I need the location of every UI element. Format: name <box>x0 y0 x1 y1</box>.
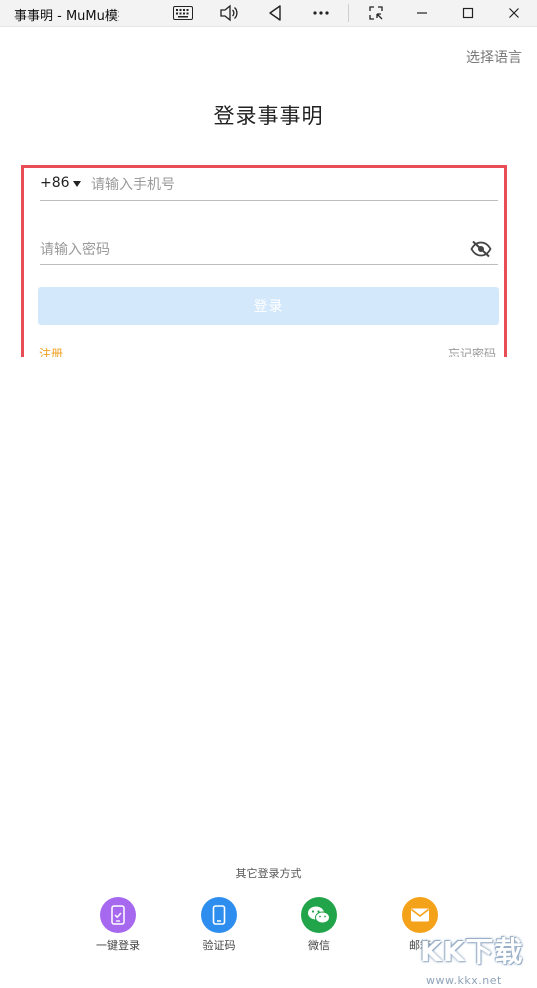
method-label: 微信 <box>308 939 330 952</box>
eye-off-icon[interactable] <box>470 240 492 258</box>
watermark-url: www.kkx.net <box>426 974 502 987</box>
window-titlebar: 事事明 - MuMu模拟器 <box>0 0 537 27</box>
phone-check-icon <box>100 897 136 933</box>
maximize-icon[interactable] <box>453 2 483 24</box>
password-row <box>40 232 498 265</box>
register-link[interactable]: 注册 <box>39 345 63 357</box>
login-button[interactable]: 登录 <box>38 287 499 325</box>
password-input[interactable] <box>40 239 460 261</box>
back-icon[interactable] <box>260 2 290 24</box>
watermark-text: KK下载 <box>420 935 524 968</box>
titlebar-divider <box>348 4 349 22</box>
verification-code-button[interactable]: 验证码 <box>184 897 254 953</box>
wechat-icon <box>301 897 337 933</box>
phone-row: +86 <box>40 168 498 201</box>
country-code-select[interactable]: +86 <box>40 175 70 191</box>
forgot-password-link[interactable]: 忘记密码 <box>448 345 496 357</box>
login-form: +86 登录 注册 忘记密码 <box>21 165 507 357</box>
one-click-login-button[interactable]: 一键登录 <box>83 897 153 953</box>
caret-down-icon[interactable] <box>73 181 81 187</box>
minimize-icon[interactable] <box>407 2 437 24</box>
volume-icon[interactable] <box>214 2 244 24</box>
page-title: 登录事事明 <box>213 104 324 128</box>
select-language-link[interactable]: 选择语言 <box>466 47 522 67</box>
phone-input[interactable] <box>91 174 491 196</box>
wechat-login-button[interactable]: 微信 <box>284 897 354 953</box>
method-label: 验证码 <box>202 939 236 952</box>
other-login-label: 其它登录方式 <box>235 867 302 880</box>
close-icon[interactable] <box>499 2 529 24</box>
more-icon[interactable] <box>306 2 336 24</box>
screenshot-icon[interactable] <box>361 2 391 24</box>
method-label: 一键登录 <box>96 939 140 952</box>
mobile-icon <box>201 897 237 933</box>
watermark: KK下载 www.kkx.net <box>420 930 537 988</box>
keyboard-icon[interactable] <box>168 2 198 24</box>
window-title: 事事明 - MuMu模拟器 <box>14 9 119 24</box>
mail-icon <box>402 897 438 933</box>
